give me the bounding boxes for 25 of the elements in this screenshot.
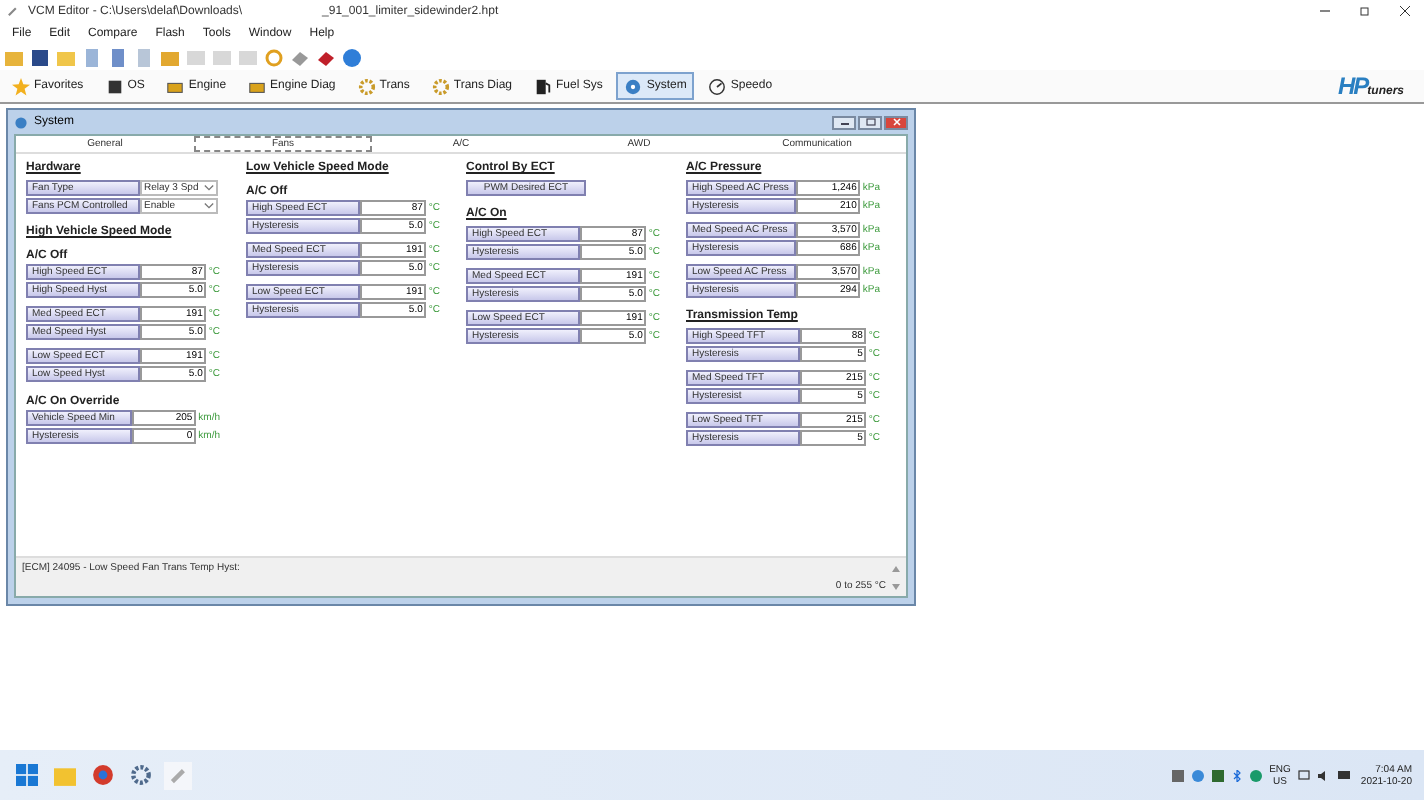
gear-icon (357, 77, 376, 95)
scroll-up-icon (892, 565, 900, 571)
close-icon (891, 118, 901, 126)
minimize-icon (1319, 6, 1329, 16)
gauge-icon (708, 77, 727, 95)
fuel-pump-icon (534, 77, 552, 95)
restore-icon (1359, 6, 1369, 16)
browser-button[interactable] (88, 761, 116, 789)
minimize-button[interactable] (832, 115, 856, 129)
settings-button[interactable] (126, 761, 154, 789)
bluetooth-icon (1231, 769, 1242, 781)
tray-icon (1249, 769, 1262, 781)
info-button[interactable] (342, 47, 362, 67)
star-icon (12, 77, 30, 95)
maximize-icon (865, 118, 875, 126)
fan-icon (624, 77, 643, 95)
minimize-icon (839, 119, 849, 125)
wrench-button[interactable] (164, 761, 192, 789)
scroll-down-icon (892, 583, 900, 589)
speaker-icon (1318, 769, 1331, 781)
refresh-button[interactable] (264, 47, 284, 67)
close-icon (1399, 6, 1409, 16)
gear-icon (431, 77, 450, 95)
start-button[interactable] (12, 761, 40, 789)
fan-icon (14, 115, 28, 129)
